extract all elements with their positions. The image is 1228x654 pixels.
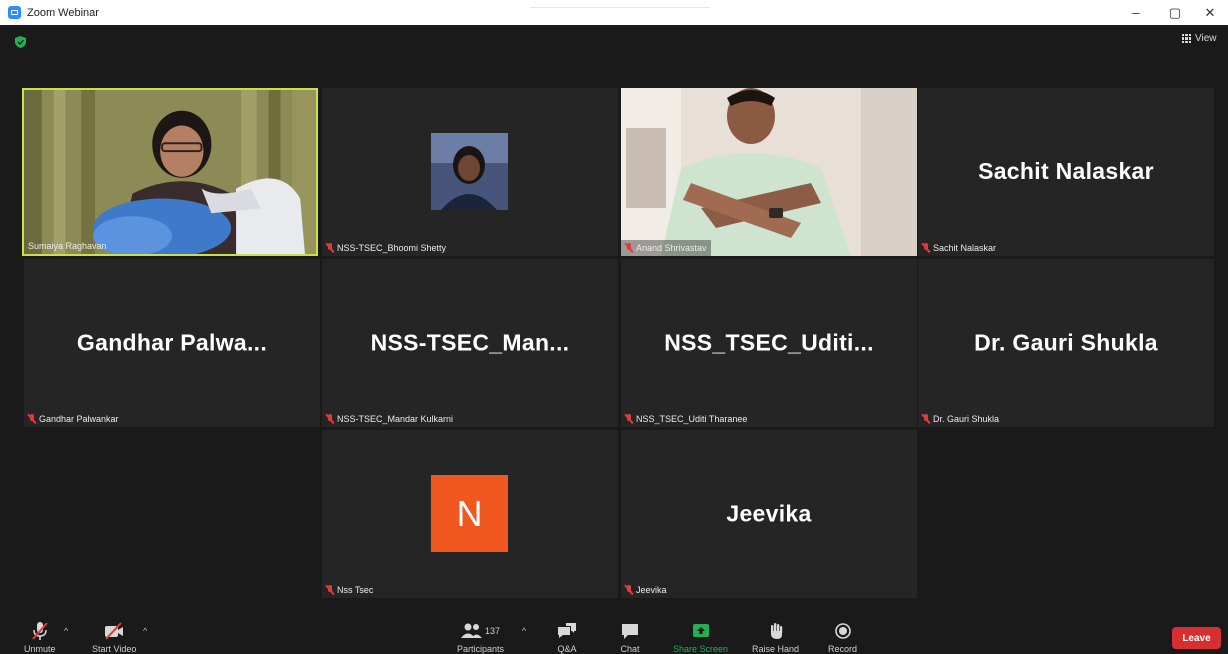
mic-muted-icon — [625, 243, 633, 253]
mic-muted-icon — [326, 243, 334, 253]
participant-display-name: Gandhar Palwa... — [76, 329, 268, 356]
start-video-button[interactable]: Start Video — [92, 620, 136, 654]
microphone-muted-icon — [31, 622, 48, 640]
participants-count: 137 — [485, 626, 501, 636]
video-tile-sumaiya-raghavan[interactable]: Sumaiya Raghavan — [22, 88, 318, 256]
mic-muted-icon — [625, 585, 633, 595]
participant-name-label: NSS_TSEC_Uditi Tharanee — [621, 411, 751, 427]
raise-hand-icon — [770, 623, 782, 639]
share-screen-button[interactable]: Share Screen — [673, 620, 728, 654]
mic-muted-icon — [922, 414, 930, 424]
chat-button[interactable]: Chat — [620, 620, 640, 654]
view-button[interactable]: View — [1182, 33, 1217, 44]
mic-muted-icon — [28, 414, 36, 424]
video-options-caret-icon[interactable]: ^ — [143, 626, 147, 636]
window-title: Zoom Webinar — [27, 6, 99, 19]
participants-icon — [461, 623, 482, 638]
participant-display-name: NSS_TSEC_Uditi... — [664, 329, 874, 356]
participant-name-label: Anand Shrivastav — [621, 240, 711, 256]
participant-display-name: Jeevika — [726, 500, 812, 527]
video-tile-uditi-tharanee[interactable]: NSS_TSEC_Uditi... NSS_TSEC_Uditi Tharane… — [621, 259, 917, 427]
view-label: View — [1195, 33, 1217, 44]
participant-name-label: Nss Tsec — [322, 582, 377, 598]
zoom-app-icon — [8, 6, 21, 19]
video-tile-nss-tsec[interactable]: N Nss Tsec — [322, 430, 618, 598]
leave-button[interactable]: Leave — [1172, 627, 1221, 649]
video-tile-gandhar-palwankar[interactable]: Gandhar Palwa... Gandhar Palwankar — [24, 259, 320, 427]
mic-muted-icon — [326, 585, 334, 595]
participant-name-label: NSS-TSEC_Mandar Kulkarni — [322, 411, 457, 427]
record-button[interactable]: Record — [828, 620, 857, 654]
mic-muted-icon — [625, 414, 633, 424]
maximize-button[interactable]: ▢ — [1155, 0, 1195, 25]
record-icon — [834, 623, 851, 639]
mic-muted-icon — [922, 243, 930, 253]
video-tile-jeevika[interactable]: Jeevika Jeevika — [621, 430, 917, 598]
minimize-button[interactable]: – — [1116, 0, 1156, 25]
unmute-button[interactable]: Unmute — [24, 620, 56, 654]
mic-muted-icon — [326, 414, 334, 424]
participant-video — [621, 88, 917, 256]
video-tile-sachit-nalaskar[interactable]: Sachit Nalaskar Sachit Nalaskar — [918, 88, 1214, 256]
close-button[interactable]: ✕ — [1190, 0, 1228, 25]
avatar: N — [431, 475, 508, 552]
video-tile-gauri-shukla[interactable]: Dr. Gauri Shukla Dr. Gauri Shukla — [918, 259, 1214, 427]
share-screen-icon — [692, 624, 709, 637]
participant-name-label: Jeevika — [621, 582, 671, 598]
grid-icon — [1182, 34, 1191, 43]
participant-display-name: Dr. Gauri Shukla — [974, 329, 1158, 356]
raise-hand-button[interactable]: Raise Hand — [752, 620, 799, 654]
participants-button[interactable]: 137 Participants — [457, 620, 504, 654]
shield-icon[interactable] — [15, 36, 26, 48]
participant-name-label: Dr. Gauri Shukla — [918, 411, 1003, 427]
meeting-toolbar: Unmute ^ Start Video ^ 137 Participants … — [0, 611, 1228, 654]
participant-name-label: NSS-TSEC_Bhoomi Shetty — [322, 240, 450, 256]
zoom-webinar-window: Zoom Webinar – ▢ ✕ View Sumaiya Raghavan… — [0, 0, 1228, 654]
qa-button[interactable]: Q&A — [556, 620, 578, 654]
audio-options-caret-icon[interactable]: ^ — [64, 626, 68, 636]
video-tile-bhoomi-shetty[interactable]: NSS-TSEC_Bhoomi Shetty — [322, 88, 618, 256]
video-tile-mandar-kulkarni[interactable]: NSS-TSEC_Man... NSS-TSEC_Mandar Kulkarni — [322, 259, 618, 427]
video-tile-anand-shrivastav[interactable]: Anand Shrivastav — [621, 88, 917, 256]
title-bar-divider — [530, 7, 710, 8]
video-off-icon — [105, 622, 124, 640]
participants-options-caret-icon[interactable]: ^ — [522, 626, 526, 636]
participant-name-label: Sachit Nalaskar — [918, 240, 1000, 256]
avatar — [431, 133, 508, 210]
participant-display-name: Sachit Nalaskar — [978, 158, 1154, 184]
participant-video — [24, 90, 316, 254]
participant-name-label: Sumaiya Raghavan — [28, 241, 107, 251]
participant-name-label: Gandhar Palwankar — [24, 411, 123, 427]
chat-icon — [622, 624, 638, 639]
title-bar: Zoom Webinar – ▢ ✕ — [0, 0, 1228, 25]
participant-display-name: NSS-TSEC_Man... — [370, 329, 570, 356]
qa-icon — [558, 623, 576, 638]
